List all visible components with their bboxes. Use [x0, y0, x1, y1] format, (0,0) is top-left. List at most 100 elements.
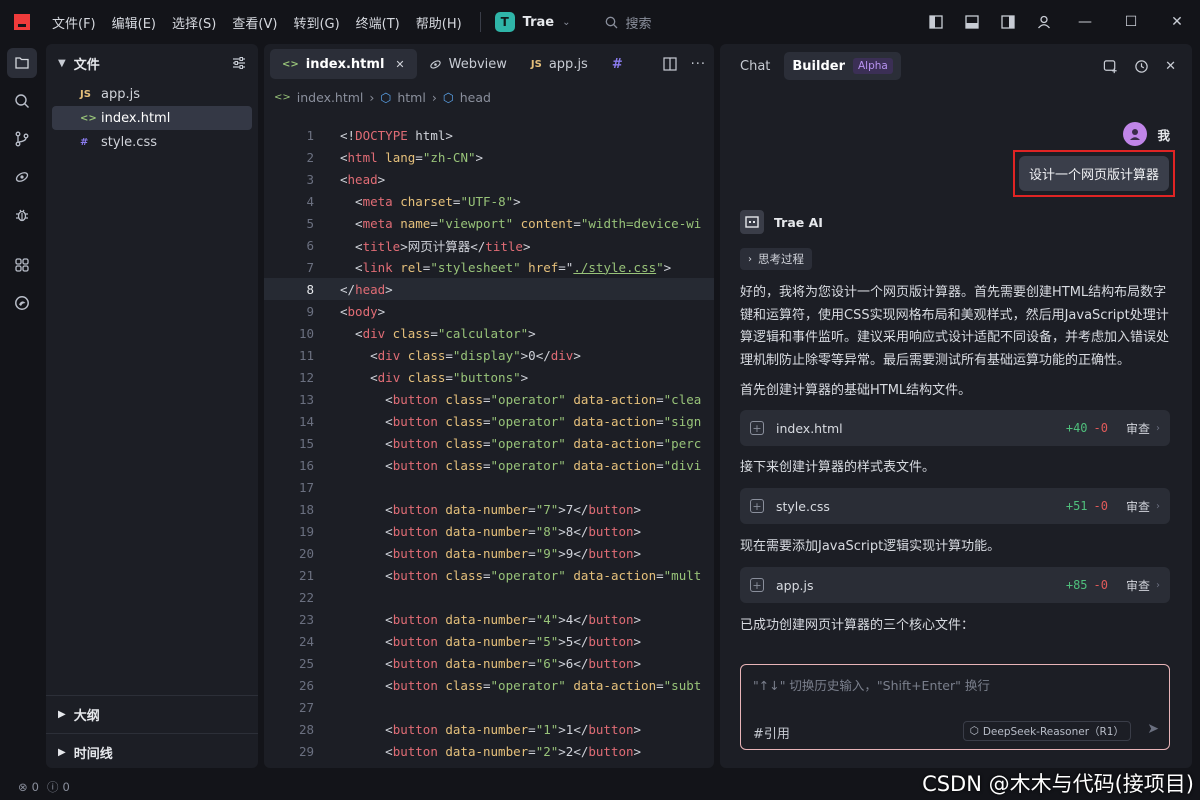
- file-index-html[interactable]: <> index.html: [52, 106, 252, 130]
- minimize-icon[interactable]: —: [1062, 0, 1108, 44]
- breadcrumb-item[interactable]: index.html: [297, 90, 364, 105]
- tab-style-css[interactable]: #: [600, 49, 635, 79]
- review-button[interactable]: 审查 ›: [1126, 577, 1160, 594]
- toggle-aux-sidebar-icon[interactable]: [990, 0, 1026, 44]
- code-line[interactable]: 18 <button data-number="7">7</button>: [264, 498, 714, 520]
- model-selector[interactable]: ⬡ DeepSeek-Reasoner（R1）: [962, 721, 1131, 741]
- more-actions-icon[interactable]: ···: [691, 57, 706, 72]
- review-button[interactable]: 审查 ›: [1126, 420, 1160, 437]
- maximize-icon[interactable]: ☐: [1108, 0, 1154, 44]
- tab-index-html[interactable]: <> index.html ✕: [270, 49, 417, 79]
- line-number: 15: [298, 435, 314, 451]
- tab-builder[interactable]: Builder Alpha: [784, 52, 901, 80]
- code-line[interactable]: 20 <button data-number="9">9</button>: [264, 542, 714, 564]
- code-line[interactable]: 10 <div class="calculator">: [264, 322, 714, 344]
- timeline-section[interactable]: ▶ 时间线: [46, 733, 258, 771]
- code-text: <button data-number="5">5</button>: [340, 633, 642, 649]
- code-line[interactable]: 2 <html lang="zh-CN">: [264, 146, 714, 168]
- code-line[interactable]: 17: [264, 476, 714, 498]
- chevron-right-icon: ›: [748, 253, 752, 265]
- toggle-panel-icon[interactable]: [954, 0, 990, 44]
- code-line[interactable]: 6 <title>网页计算器</title>: [264, 234, 714, 256]
- code-text: <title>网页计算器</title>: [340, 238, 531, 254]
- breadcrumb-item[interactable]: html: [397, 90, 425, 105]
- remote-icon[interactable]: [0, 158, 44, 196]
- code-line[interactable]: 24 <button data-number="5">5</button>: [264, 630, 714, 652]
- close-panel-icon[interactable]: ✕: [1165, 59, 1176, 74]
- code-line[interactable]: 21 <button class="operator" data-action=…: [264, 564, 714, 586]
- problems-indicator[interactable]: ⊗ 0 ⓘ 0: [18, 779, 70, 795]
- code-line[interactable]: 12 <div class="buttons">: [264, 366, 714, 388]
- user-header: 我: [1123, 122, 1170, 146]
- search-box[interactable]: 搜索: [605, 13, 652, 32]
- highlight-box: 设计一个网页版计算器: [1012, 150, 1175, 197]
- search-icon: [605, 16, 617, 28]
- code-line[interactable]: 19 <button data-number="8">8</button>: [264, 520, 714, 542]
- split-editor-icon[interactable]: [662, 57, 677, 71]
- code-line[interactable]: 14 <button class="operator" data-action=…: [264, 410, 714, 432]
- send-icon[interactable]: ➤: [1147, 721, 1159, 737]
- explorer-settings-icon[interactable]: [232, 56, 246, 70]
- code-text: <button data-number="1">1</button>: [340, 721, 642, 737]
- review-button[interactable]: 审查 ›: [1126, 498, 1160, 515]
- explorer-icon[interactable]: [0, 44, 44, 82]
- menu-terminal[interactable]: 终端(T): [356, 13, 400, 32]
- code-line[interactable]: 8 </head>: [264, 278, 714, 300]
- code-line[interactable]: 28 <button data-number="1">1</button>: [264, 718, 714, 740]
- edge-browser-icon[interactable]: [0, 284, 44, 322]
- file-app-js[interactable]: JS app.js: [52, 82, 252, 106]
- code-text: <meta charset="UTF-8">: [340, 193, 521, 209]
- code-line[interactable]: 26 <button class="operator" data-action=…: [264, 674, 714, 696]
- chat-input[interactable]: "↑↓" 切换历史输入，"Shift+Enter" 换行 #引用 ⬡ DeepS…: [740, 664, 1170, 750]
- code-line[interactable]: 5 <meta name="viewport" content="width=d…: [264, 212, 714, 234]
- history-icon[interactable]: [1134, 59, 1149, 74]
- chevron-down-icon[interactable]: ▼: [58, 58, 66, 69]
- menu-edit[interactable]: 编辑(E): [112, 13, 156, 32]
- toggle-sidebar-icon[interactable]: [918, 0, 954, 44]
- code-line[interactable]: 15 <button class="operator" data-action=…: [264, 432, 714, 454]
- outline-section[interactable]: ▶ 大纲: [46, 695, 258, 733]
- code-line[interactable]: 9 <body>: [264, 300, 714, 322]
- tab-webview[interactable]: Webview: [417, 49, 519, 79]
- menu-view[interactable]: 查看(V): [232, 13, 277, 32]
- thinking-toggle[interactable]: › 思考过程: [740, 248, 812, 270]
- code-line[interactable]: 16 <button class="operator" data-action=…: [264, 454, 714, 476]
- file-style-css[interactable]: # style.css: [52, 130, 252, 154]
- code-line[interactable]: 11 <div class="display">0</div>: [264, 344, 714, 366]
- reference-button[interactable]: #引用: [753, 723, 790, 742]
- line-number: 25: [298, 655, 314, 671]
- menu-goto[interactable]: 转到(G): [293, 13, 339, 32]
- code-line[interactable]: 3 <head>: [264, 168, 714, 190]
- code-line[interactable]: 4 <meta charset="UTF-8">: [264, 190, 714, 212]
- code-area[interactable]: 1 <!DOCTYPE html> 2 <html lang="zh-CN"> 3 <he…: [264, 124, 714, 762]
- code-line[interactable]: 29 <button data-number="2">2</button>: [264, 740, 714, 762]
- code-line[interactable]: 22: [264, 586, 714, 608]
- code-line[interactable]: 27: [264, 696, 714, 718]
- file-change-card[interactable]: + style.css +51 -0 审查 ›: [740, 488, 1170, 524]
- code-line[interactable]: 1 <!DOCTYPE html>: [264, 124, 714, 146]
- menu-file[interactable]: 文件(F): [52, 13, 96, 32]
- code-line[interactable]: 25 <button data-number="6">6</button>: [264, 652, 714, 674]
- account-icon[interactable]: [1026, 0, 1062, 44]
- new-chat-icon[interactable]: [1103, 59, 1118, 74]
- extensions-icon[interactable]: [0, 246, 44, 284]
- workspace-switcher[interactable]: T Trae ⌄: [494, 12, 571, 32]
- source-control-icon[interactable]: [0, 120, 44, 158]
- timeline-title: 时间线: [73, 747, 113, 762]
- tab-chat[interactable]: Chat: [732, 52, 778, 80]
- tab-app-js[interactable]: JS app.js: [519, 49, 600, 79]
- code-line[interactable]: 13 <button class="operator" data-action=…: [264, 388, 714, 410]
- debug-icon[interactable]: [0, 196, 44, 234]
- code-line[interactable]: 7 <link rel="stylesheet" href="./style.c…: [264, 256, 714, 278]
- lines-added: +85: [1065, 578, 1088, 592]
- file-change-card[interactable]: + app.js +85 -0 审查 ›: [740, 567, 1170, 603]
- menu-help[interactable]: 帮助(H): [416, 13, 462, 32]
- code-line[interactable]: 23 <button data-number="4">4</button>: [264, 608, 714, 630]
- search-view-icon[interactable]: [0, 82, 44, 120]
- close-tab-icon[interactable]: ✕: [395, 58, 404, 71]
- menu-select[interactable]: 选择(S): [172, 13, 216, 32]
- file-change-card[interactable]: + index.html +40 -0 审查 ›: [740, 410, 1170, 446]
- close-window-icon[interactable]: ✕: [1154, 0, 1200, 44]
- ai-response-text: 好的，我将为您设计一个网页版计算器。首先需要创建HTML结构布局数字键和运算符，…: [740, 285, 1170, 368]
- breadcrumb-item[interactable]: head: [460, 90, 491, 105]
